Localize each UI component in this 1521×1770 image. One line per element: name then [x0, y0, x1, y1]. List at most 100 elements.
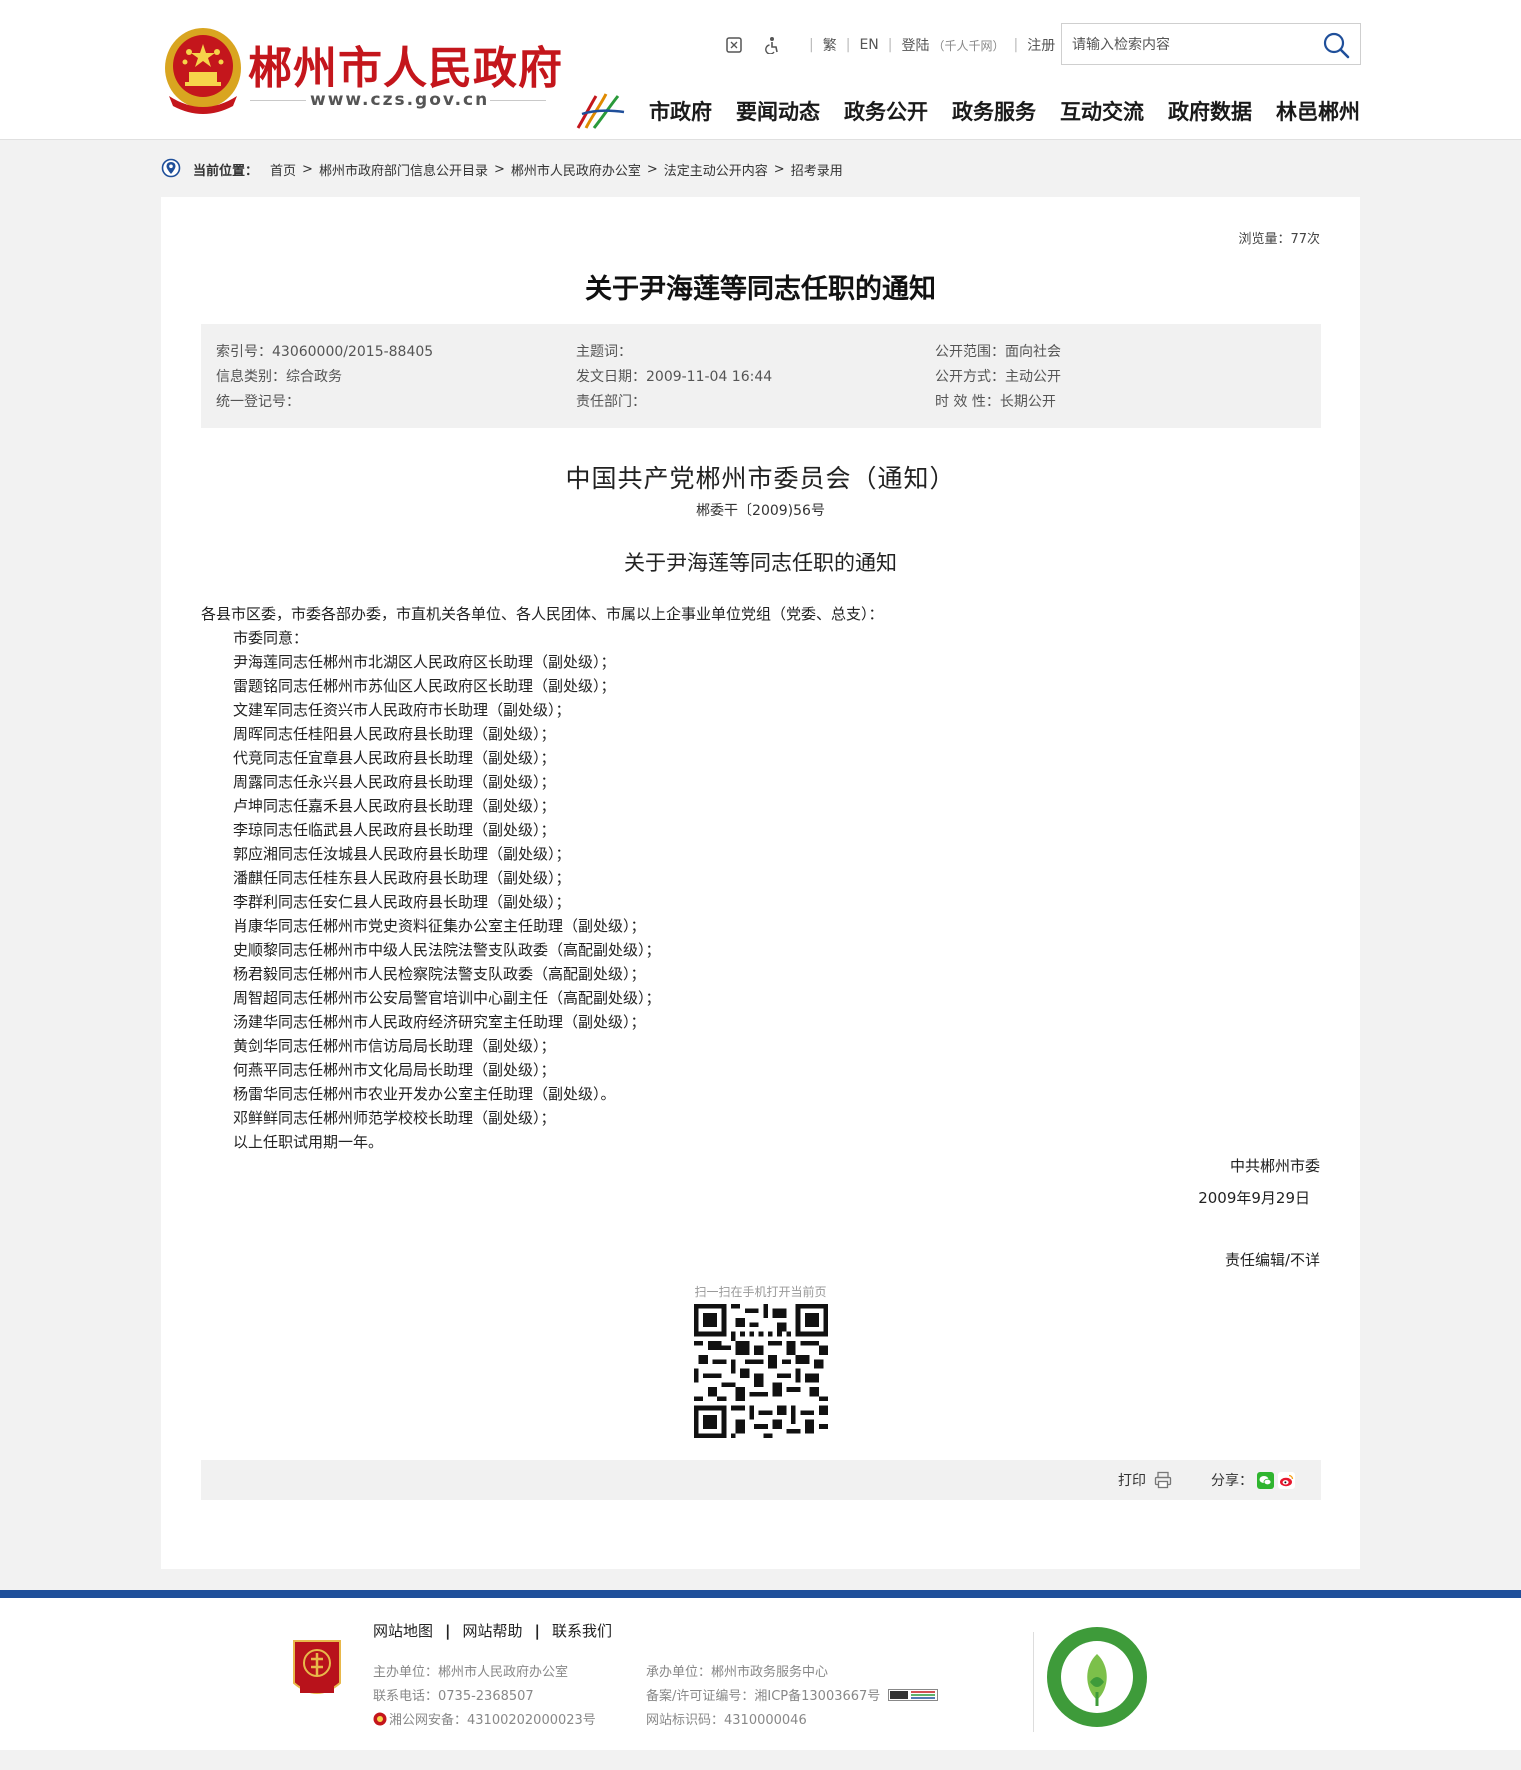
- body-line: 代竞同志任宜章县人民政府县长助理（副处级）；: [233, 749, 556, 767]
- footer-phone: 联系电话：0735-2368507: [373, 1689, 534, 1704]
- footer-divider: [1033, 1632, 1034, 1732]
- breadcrumb-content[interactable]: 法定主动公开内容: [664, 160, 768, 179]
- weibo-icon[interactable]: [1278, 1471, 1295, 1489]
- article-actions-bar: 打印 分享：: [201, 1460, 1321, 1500]
- nav-item-interaction[interactable]: 互动交流: [1060, 96, 1144, 126]
- breadcrumb-home[interactable]: 首页: [270, 160, 296, 179]
- article-card: 浏览量：77次 关于尹海莲等同志任职的通知 索引号：43060000/2015-…: [161, 197, 1360, 1569]
- elder-mode-icon[interactable]: [724, 35, 744, 55]
- footer-link-help[interactable]: 网站帮助: [463, 1620, 523, 1641]
- breadcrumb-recruitment[interactable]: 招考录用: [791, 160, 843, 179]
- footer-links: 网站地图 | 网站帮助 | 联系我们: [373, 1620, 612, 1641]
- breadcrumb-label: 当前位置：: [193, 163, 259, 179]
- nav-item-gov-data[interactable]: 政府数据: [1168, 96, 1252, 126]
- search-icon[interactable]: [1322, 31, 1350, 59]
- share-label: 分享：: [1211, 1473, 1253, 1489]
- breadcrumb-directory[interactable]: 郴州市政府部门信息公开目录: [319, 160, 488, 179]
- national-emblem-icon[interactable]: [163, 26, 243, 114]
- breadcrumb-separator: >: [493, 161, 505, 177]
- footer-icp-text: 备案/许可证编号：湘ICP备13003667号: [646, 1689, 881, 1704]
- breadcrumb-separator: >: [302, 161, 313, 177]
- body-line: 雷题铭同志任郴州市苏仙区人民政府区长助理（副处级）；: [233, 677, 616, 695]
- certification-badge-icon: [888, 1688, 939, 1701]
- body-line: 郭应湘同志任汝城县人民政府县长助理（副处级）；: [233, 845, 571, 863]
- article-title: 关于尹海莲等同志任职的通知: [585, 274, 936, 305]
- nav-item-linyi-chenzhou[interactable]: 林邑郴州: [1276, 96, 1360, 126]
- document-issuer: 中国共产党郴州市委员会（通知）: [565, 464, 956, 493]
- body-line: 黄剑华同志任郴州市信访局局长助理（副处级）；: [233, 1037, 556, 1055]
- login-note: （千人千网）: [932, 38, 1005, 53]
- breadcrumb: 当前位置： 首页 > 郴州市政府部门信息公开目录 > 郴州市人民政府办公室 > …: [161, 158, 843, 180]
- share-group: 分享：: [1211, 1470, 1295, 1490]
- wechat-icon[interactable]: [1257, 1471, 1274, 1489]
- site-footer: 网站地图 | 网站帮助 | 联系我们 主办单位：郴州市人民政府办公室 联系电话：…: [0, 1590, 1521, 1750]
- salutation: 各县市区委，市委各部办委，市直机关各单位、各人民团体、市属以上企事业单位党组（党…: [201, 605, 884, 623]
- header-tools: | 繁 | EN | 登陆 （千人千网） | 注册: [724, 34, 1055, 56]
- signature-date: 2009年9月29日: [1198, 1189, 1310, 1207]
- party-government-badge-icon[interactable]: [290, 1637, 344, 1703]
- footer-police-record[interactable]: 湘公网安备：43100202000023号: [373, 1709, 596, 1728]
- footer-host: 承办单位：郴州市政务服务中心: [646, 1665, 829, 1680]
- accessibility-icon[interactable]: [762, 35, 782, 55]
- tool-separator: |: [887, 37, 893, 53]
- footer-link-contact[interactable]: 联系我们: [552, 1620, 612, 1641]
- body-line: 卢坤同志任嘉禾县人民政府县长助理（副处级）；: [233, 797, 556, 815]
- meta-category: 信息类别：综合政务: [216, 369, 342, 385]
- nav-item-gov-affairs-public[interactable]: 政务公开: [844, 96, 928, 126]
- footer-link-separator: |: [534, 1621, 540, 1640]
- site-header: 郴州市人民政府 www.czs.gov.cn | 繁 | EN | 登陆 （千人…: [0, 0, 1521, 140]
- meta-index-no: 索引号：43060000/2015-88405: [216, 344, 434, 360]
- civilization-city-badge-icon[interactable]: [1046, 1626, 1148, 1728]
- footer-link-sitemap[interactable]: 网站地图: [373, 1620, 433, 1641]
- body-line: 何燕平同志任郴州市文化局局长助理（副处级）；: [233, 1061, 556, 1079]
- qr-tip: 扫一扫在手机打开当前页: [694, 1285, 827, 1299]
- body-line: 李琼同志任临武县人民政府县长助理（副处级）；: [233, 821, 556, 839]
- meta-validity: 时 效 性：长期公开: [935, 394, 1056, 410]
- tool-separator: |: [845, 37, 851, 53]
- english-link[interactable]: EN: [859, 37, 878, 53]
- body-line: 肖康华同志任郴州市党史资料征集办公室主任助理（副处级）；: [233, 917, 646, 935]
- site-url-row: www.czs.gov.cn: [250, 90, 546, 110]
- search-input[interactable]: [1072, 34, 1312, 56]
- breadcrumb-office[interactable]: 郴州市人民政府办公室: [511, 160, 641, 179]
- meta-method: 公开方式：主动公开: [935, 369, 1061, 385]
- breadcrumb-separator: >: [646, 161, 658, 177]
- chenzhou-logo-icon: [576, 93, 625, 129]
- body-line: 周晖同志任桂阳县人民政府县长助理（副处级）；: [233, 725, 556, 743]
- body-line: 杨雷华同志任郴州市农业开发办公室主任助理（副处级）。: [233, 1085, 616, 1103]
- site-name[interactable]: 郴州市人民政府: [248, 32, 563, 96]
- nav-item-news[interactable]: 要闻动态: [736, 96, 820, 126]
- footer-sponsor: 主办单位：郴州市人民政府办公室: [373, 1665, 569, 1680]
- traditional-chinese-link[interactable]: 繁: [823, 35, 837, 55]
- body-line: 杨君毅同志任郴州市人民检察院法警支队政委（高配副处级）；: [233, 965, 646, 983]
- printer-icon: [1154, 1471, 1172, 1489]
- url-right-line: [490, 100, 546, 101]
- meta-dept: 责任部门：: [576, 394, 646, 410]
- meta-keywords: 主题词：: [576, 344, 632, 360]
- police-badge-icon: [373, 1712, 387, 1725]
- print-label: 打印: [1118, 1473, 1146, 1489]
- search-box: [1061, 23, 1361, 65]
- footer-icp[interactable]: 备案/许可证编号：湘ICP备13003667号: [646, 1685, 939, 1704]
- print-button[interactable]: 打印: [1118, 1470, 1172, 1490]
- nav-item-government[interactable]: 市政府: [649, 96, 712, 126]
- breadcrumb-separator: >: [773, 161, 785, 177]
- body-line: 尹海莲同志任郴州市北湖区人民政府区长助理（副处级）；: [233, 653, 616, 671]
- body-line: 史顺黎同志任郴州市中级人民法院法警支队政委（高配副处级）；: [233, 941, 661, 959]
- main-nav: 市政府 要闻动态 政务公开 政务服务 互动交流 政府数据 林邑郴州: [649, 96, 1360, 126]
- footer-top-bar: [0, 1590, 1521, 1598]
- body-line: 周露同志任永兴县人民政府县长助理（副处级）；: [233, 773, 556, 791]
- body-line: 以上任职试用期一年。: [233, 1133, 384, 1151]
- document-number: 郴委干〔2009)56号: [696, 503, 825, 519]
- location-pin-icon: [161, 158, 181, 178]
- nav-item-gov-services[interactable]: 政务服务: [952, 96, 1036, 126]
- body-line: 文建军同志任资兴市人民政府市长助理（副处级）；: [233, 701, 571, 719]
- login-link[interactable]: 登陆: [901, 35, 929, 55]
- footer-link-separator: |: [445, 1621, 451, 1640]
- article-meta-table: 索引号：43060000/2015-88405 信息类别：综合政务 统一登记号：…: [201, 324, 1321, 428]
- responsible-editor: 责任编辑/不详: [1224, 1251, 1320, 1269]
- signature-org: 中共郴州市委: [1229, 1157, 1320, 1175]
- qr-code-icon: [694, 1304, 828, 1438]
- body-line: 汤建华同志任郴州市人民政府经济研究室主任助理（副处级）；: [233, 1013, 646, 1031]
- register-link[interactable]: 注册: [1027, 35, 1055, 55]
